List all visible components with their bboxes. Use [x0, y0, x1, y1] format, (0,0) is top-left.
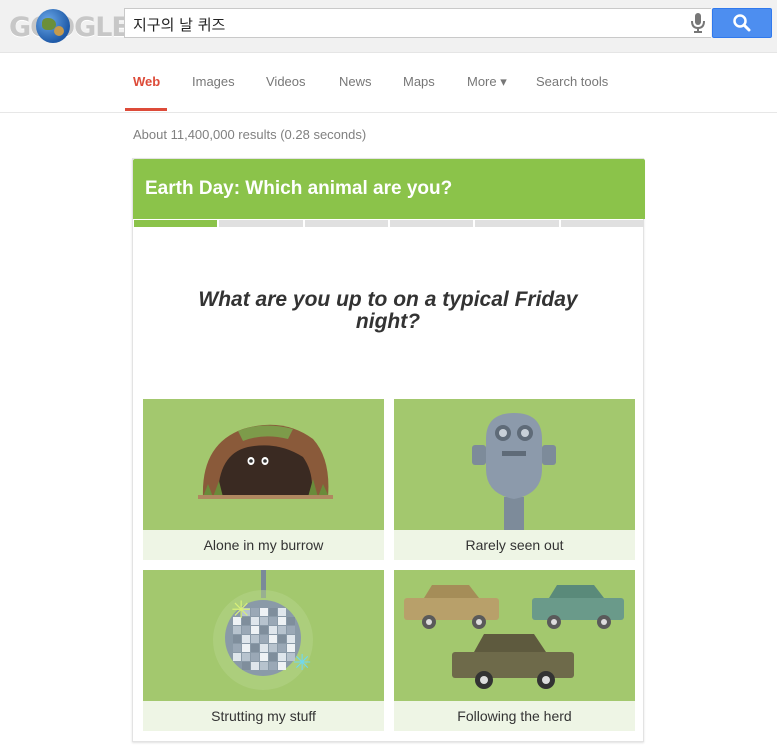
answer-option-label: Rarely seen out: [394, 530, 635, 560]
quiz-card: Earth Day: Which animal are you? What ar…: [132, 158, 645, 742]
answer-option-label: Following the herd: [394, 701, 635, 731]
svg-text:✳: ✳: [293, 651, 311, 676]
progress-segment: [560, 220, 644, 227]
answer-option-binoculars[interactable]: Rarely seen out: [394, 399, 635, 560]
progress-segment: [134, 220, 218, 227]
google-logo[interactable]: GOOGLE: [9, 9, 130, 43]
result-stats: About 11,400,000 results (0.28 seconds): [133, 127, 367, 142]
tab-maps[interactable]: Maps: [403, 74, 435, 89]
disco-ball-illustration: ✳ ✳: [143, 570, 384, 701]
search-input[interactable]: 지구의 날 퀴즈: [124, 8, 711, 38]
search-tabs: Web Images Videos News Maps More ▾ Searc…: [0, 53, 777, 113]
tab-search-tools[interactable]: Search tools: [536, 74, 608, 89]
tab-web[interactable]: Web: [133, 74, 160, 89]
earth-globe-icon: [36, 9, 70, 43]
answer-option-label: Strutting my stuff: [143, 701, 384, 731]
quiz-question: What are you up to on a typical Friday n…: [198, 288, 578, 333]
microphone-icon[interactable]: [690, 12, 706, 34]
binoculars-illustration: [394, 399, 635, 530]
answer-option-herd[interactable]: Following the herd: [394, 570, 635, 731]
burrow-illustration: [143, 399, 384, 530]
answer-option-disco[interactable]: ✳ ✳ Strutting my stuff: [143, 570, 384, 731]
tab-news[interactable]: News: [339, 74, 372, 89]
active-tab-indicator: [125, 108, 167, 111]
quiz-header: Earth Day: Which animal are you?: [133, 159, 645, 219]
answer-option-burrow[interactable]: Alone in my burrow: [143, 399, 384, 560]
search-icon: [733, 14, 751, 32]
tab-more[interactable]: More ▾: [467, 74, 507, 90]
search-query: 지구의 날 퀴즈: [133, 16, 226, 34]
progress-segment: [475, 220, 559, 227]
quiz-title: Earth Day: Which animal are you?: [145, 178, 453, 199]
answer-option-label: Alone in my burrow: [143, 530, 384, 560]
progress-segment: [219, 220, 303, 227]
progress-segment: [304, 220, 388, 227]
search-button[interactable]: [712, 8, 772, 38]
svg-text:✳: ✳: [231, 596, 251, 624]
top-bar: GOOGLE 지구의 날 퀴즈: [0, 0, 777, 53]
cars-illustration: [394, 570, 635, 701]
progress-segment: [389, 220, 474, 227]
quiz-progress-bar: [134, 220, 644, 227]
tab-images[interactable]: Images: [192, 74, 235, 89]
tab-videos[interactable]: Videos: [266, 74, 306, 89]
